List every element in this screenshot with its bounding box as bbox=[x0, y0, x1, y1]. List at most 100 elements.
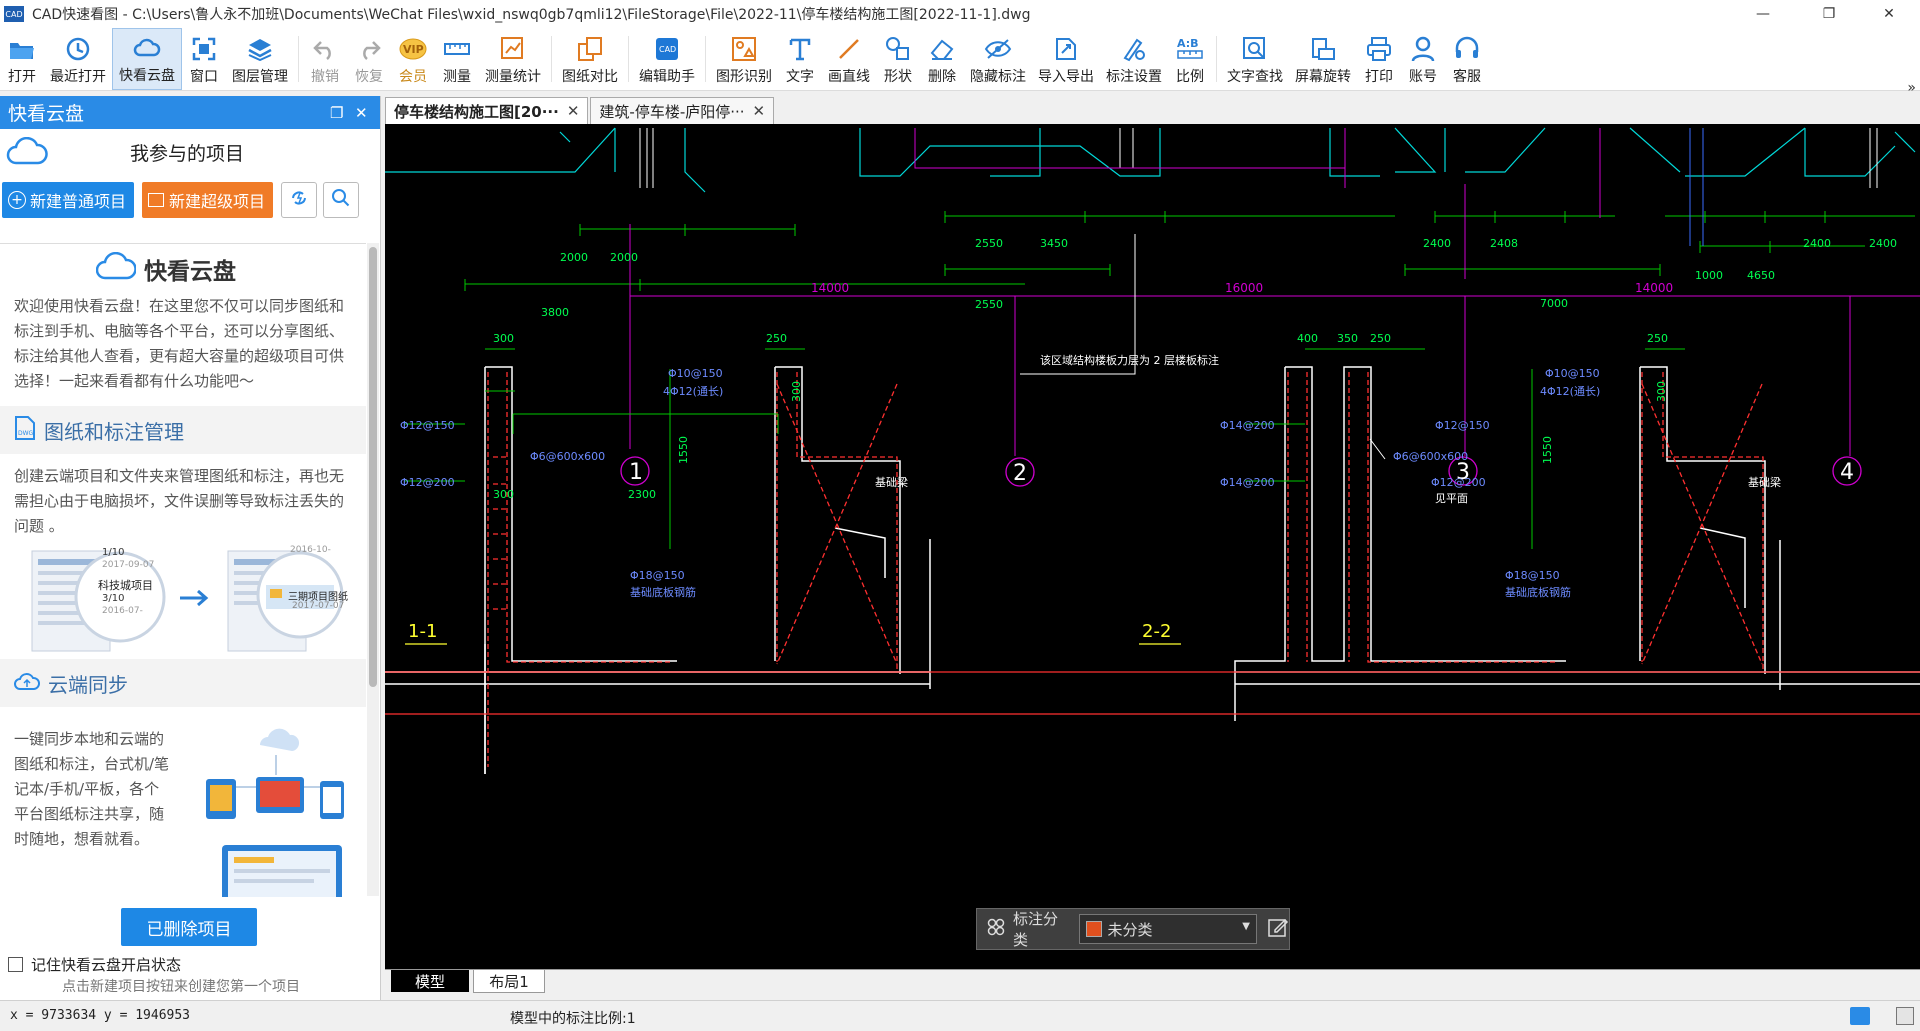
sync-button[interactable] bbox=[281, 182, 318, 218]
remember-state-checkbox[interactable]: 记住快看云盘开启状态 bbox=[8, 954, 181, 975]
account-button[interactable]: 账号 bbox=[1401, 28, 1445, 90]
vip-button[interactable]: VIP 会员 bbox=[391, 28, 435, 90]
dim-text: 400 bbox=[1297, 332, 1318, 345]
redo-button[interactable]: 恢复 bbox=[347, 28, 391, 90]
shape-recognize-button[interactable]: 图形识别 bbox=[710, 28, 778, 90]
measure-stats-button[interactable]: 测量统计 bbox=[479, 28, 547, 90]
deleted-projects-button[interactable]: 已删除项目 bbox=[121, 908, 257, 946]
toolbar-overflow-button[interactable]: » bbox=[1907, 80, 1916, 96]
compare-button[interactable]: 图纸对比 bbox=[556, 28, 624, 90]
checkbox-box[interactable] bbox=[8, 957, 23, 972]
status-bar: x = 9733634 y = 1946953 模型中的标注比例:1 bbox=[0, 1000, 1920, 1031]
text-search-icon bbox=[1241, 35, 1269, 63]
panel-float-icon[interactable]: ❐ bbox=[330, 104, 343, 122]
shape-button[interactable]: 形状 bbox=[876, 28, 920, 90]
undo-icon bbox=[311, 35, 339, 63]
annotation-settings-button[interactable]: 标注设置 bbox=[1100, 28, 1168, 90]
measure-label: 测量 bbox=[443, 69, 471, 85]
scale-ab-icon: A:B bbox=[1176, 35, 1204, 63]
sync-devices-illustration bbox=[194, 727, 364, 897]
drawing-management-illustration: 1/10 2017-09-07 科技城项目 3/10 2016-07- 2016… bbox=[0, 539, 366, 659]
open-button[interactable]: 打开 bbox=[0, 28, 44, 90]
hide-annotation-label: 隐藏标注 bbox=[970, 69, 1026, 85]
rotate-screen-button[interactable]: 屏幕旋转 bbox=[1289, 28, 1357, 90]
tab-architecture-drawing[interactable]: 建筑-停车楼-庐阳停··· ✕ bbox=[590, 97, 775, 124]
thumb-a-date-1: 2017-09-07 bbox=[102, 560, 155, 570]
toolbar-divider bbox=[628, 36, 629, 82]
dim-text: 3800 bbox=[541, 306, 569, 319]
draw-line-button[interactable]: 画直线 bbox=[822, 28, 876, 90]
text-tool-button[interactable]: 文字 bbox=[778, 28, 822, 90]
annotation-category-bar: 标注分类 未分类 ▼ bbox=[976, 908, 1290, 950]
rotate-screen-label: 屏幕旋转 bbox=[1295, 69, 1351, 85]
my-projects-row[interactable]: 我参与的项目 bbox=[0, 129, 380, 175]
text-search-button[interactable]: 文字查找 bbox=[1221, 28, 1289, 90]
redo-label: 恢复 bbox=[355, 69, 383, 85]
new-super-project-button[interactable]: 新建超级项目 bbox=[142, 182, 274, 218]
layout-tabs: 模型 布局1 bbox=[385, 969, 1920, 995]
cad-canvas[interactable]: 1 2 3 4 1-1 2-2 2000 2000 3800 2550 3450… bbox=[385, 124, 1920, 969]
dim-text: 2550 bbox=[975, 298, 1003, 311]
rebar-text: 基础底板钢筋 bbox=[630, 585, 696, 599]
new-normal-project-button[interactable]: + 新建普通项目 bbox=[2, 182, 135, 218]
cloud-logo-icon bbox=[95, 251, 137, 287]
measure-button[interactable]: 测量 bbox=[435, 28, 479, 90]
intro-content: 快看云盘 欢迎使用快看云盘！在这里您不仅可以同步图纸和标注到手机、电脑等各个平台… bbox=[0, 243, 366, 897]
tab-close-icon[interactable]: ✕ bbox=[753, 102, 766, 120]
recent-button[interactable]: 最近打开 bbox=[44, 28, 112, 90]
fullscreen-icon[interactable] bbox=[1896, 1007, 1914, 1025]
search-icon bbox=[331, 188, 351, 212]
print-button[interactable]: 打印 bbox=[1357, 28, 1401, 90]
import-export-button[interactable]: 导入导出 bbox=[1032, 28, 1100, 90]
delete-button[interactable]: 删除 bbox=[920, 28, 964, 90]
annotation-settings-label: 标注设置 bbox=[1106, 69, 1162, 85]
grid-menu-icon[interactable] bbox=[987, 918, 1005, 940]
compare-icon bbox=[576, 35, 604, 63]
shape-recognize-icon bbox=[730, 35, 758, 63]
tab-structure-drawing[interactable]: 停车楼结构施工图[20··· ✕ bbox=[385, 97, 589, 124]
hide-annotation-button[interactable]: 隐藏标注 bbox=[964, 28, 1032, 90]
hide-eye-icon bbox=[984, 35, 1012, 63]
thumb-a-count-2: 3/10 bbox=[102, 593, 125, 604]
snap-toggle-icon[interactable] bbox=[1850, 1007, 1870, 1025]
window-button[interactable]: 窗口 bbox=[182, 28, 226, 90]
annotation-category-select[interactable]: 未分类 ▼ bbox=[1078, 914, 1257, 944]
thumb-a-count-1: 1/10 bbox=[102, 547, 125, 558]
tab-layout1[interactable]: 布局1 bbox=[473, 970, 545, 993]
headset-icon bbox=[1453, 35, 1481, 63]
chevron-down-icon: ▼ bbox=[1242, 921, 1250, 932]
panel-close-icon[interactable]: ✕ bbox=[355, 104, 368, 122]
annotation-scale-text: 模型中的标注比例:1 bbox=[510, 1011, 636, 1027]
window-title: CAD快速看图 - C:\Users\鲁人永不加班\Documents\WeCh… bbox=[32, 7, 1031, 23]
section-drawing-management: DWG 图纸和标注管理 bbox=[0, 406, 366, 454]
layer-manager-button[interactable]: 图层管理 bbox=[226, 28, 294, 90]
dim-text: 2000 bbox=[560, 251, 588, 264]
edit-category-icon[interactable] bbox=[1267, 916, 1289, 942]
dim-text: 1550 bbox=[677, 436, 690, 464]
category-color-swatch bbox=[1085, 921, 1102, 937]
panel-scrollbar[interactable] bbox=[367, 243, 379, 896]
thumb-b-date-1: 2017-07-07 bbox=[292, 601, 345, 611]
section-drawing-title: 图纸和标注管理 bbox=[44, 419, 184, 444]
close-button[interactable]: ✕ bbox=[1866, 0, 1912, 28]
folder-open-icon bbox=[8, 35, 36, 63]
undo-button[interactable]: 撤销 bbox=[303, 28, 347, 90]
edit-assistant-button[interactable]: CAD 编辑助手 bbox=[633, 28, 701, 90]
tab-close-icon[interactable]: ✕ bbox=[567, 102, 580, 120]
cloud-disk-button[interactable]: 快看云盘 bbox=[112, 28, 182, 90]
title-bar: CAD CAD快速看图 - C:\Users\鲁人永不加班\Documents\… bbox=[0, 0, 1920, 28]
section-label-2: 2-2 bbox=[1142, 621, 1171, 642]
tab-model[interactable]: 模型 bbox=[391, 970, 469, 992]
scrollbar-thumb[interactable] bbox=[369, 247, 377, 687]
scale-button[interactable]: A:B 比例 bbox=[1168, 28, 1212, 90]
support-button[interactable]: 客服 bbox=[1445, 28, 1489, 90]
minimize-button[interactable]: — bbox=[1740, 0, 1786, 28]
rebar-text: Φ10@150 bbox=[668, 367, 723, 380]
search-button[interactable] bbox=[323, 182, 360, 218]
redo-icon bbox=[355, 35, 383, 63]
toolbar-divider bbox=[1216, 36, 1217, 82]
cloud-disk-label: 快看云盘 bbox=[119, 68, 175, 84]
shape-label: 形状 bbox=[884, 69, 912, 85]
scale-label: 比例 bbox=[1176, 69, 1204, 85]
restore-button[interactable]: ❐ bbox=[1806, 0, 1852, 28]
